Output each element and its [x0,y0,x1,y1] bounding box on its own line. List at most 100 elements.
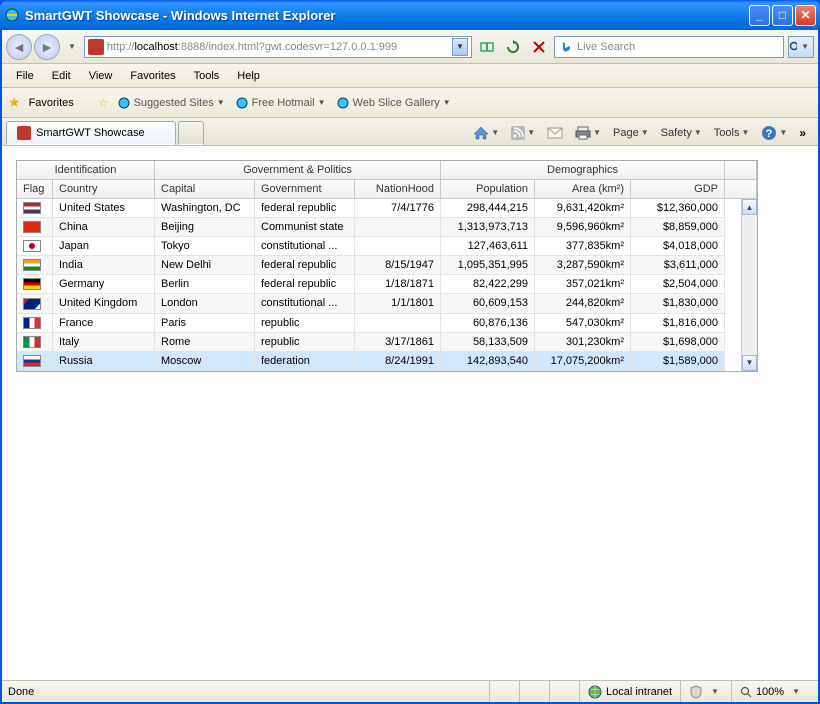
table-row[interactable]: United KingdomLondonconstitutional ...1/… [17,294,757,313]
menu-favorites[interactable]: Favorites [122,67,183,85]
cell-government: federal republic [255,256,355,275]
intranet-icon [588,685,602,699]
column-header-flag[interactable]: Flag [17,180,53,199]
home-button[interactable]: ▼ [469,124,503,142]
grid-scrollbar[interactable]: ▲ ▼ [741,199,757,371]
menu-help[interactable]: Help [229,67,268,85]
cell-gdp: $3,611,000 [631,256,725,275]
favorites-label[interactable]: Favorites [29,97,74,109]
address-dropdown[interactable]: ▼ [452,38,468,56]
window-title: SmartGWT Showcase - Windows Internet Exp… [25,8,749,23]
back-button[interactable]: ◄ [6,34,32,60]
column-group-header[interactable]: Government & Politics [155,161,441,180]
page-menu[interactable]: Page▼ [609,125,653,141]
cell-government: constitutional ... [255,237,355,256]
zoom-control[interactable]: 100% ▼ [731,681,812,702]
cell-population: 82,422,299 [441,275,535,294]
cell-area: 244,820km² [535,294,631,313]
cell-population: 142,893,540 [441,352,535,371]
address-bar[interactable]: http://localhost:8888/index.html?gwt.cod… [84,36,472,58]
cell-government: republic [255,333,355,352]
cell-government: federal republic [255,199,355,218]
cell-country: United Kingdom [53,294,155,313]
new-tab-button[interactable] [178,121,204,145]
menu-tools[interactable]: Tools [186,67,228,85]
favorite-link[interactable]: Free Hotmail▼ [235,96,326,110]
menu-edit[interactable]: Edit [44,67,79,85]
cell-area: 547,030km² [535,314,631,333]
column-group-header[interactable]: Identification [17,161,155,180]
cell-population: 58,133,509 [441,333,535,352]
column-header-gdp[interactable]: GDP [631,180,725,199]
browser-tab[interactable]: SmartGWT Showcase [6,121,176,145]
forward-button[interactable]: ► [34,34,60,60]
protected-mode[interactable]: ▼ [680,681,731,702]
toolbar-overflow[interactable]: » [795,126,810,140]
cell-capital: Paris [155,314,255,333]
tools-menu[interactable]: Tools▼ [710,125,754,141]
table-row[interactable]: JapanTokyoconstitutional ...127,463,6113… [17,237,757,256]
cell-government: federal republic [255,275,355,294]
feeds-button[interactable]: ▼ [507,124,539,142]
favorites-star-icon[interactable]: ★ [8,94,21,111]
cell-area: 9,631,420km² [535,199,631,218]
cell-nationhood [355,237,441,256]
compat-view-button[interactable] [476,36,498,58]
cell-flag [17,314,53,333]
menu-file[interactable]: File [8,67,42,85]
tab-icon [17,126,31,140]
table-row[interactable]: RussiaMoscowfederation8/24/1991142,893,5… [17,352,757,371]
scroll-down-button[interactable]: ▼ [742,355,757,371]
help-button[interactable]: ?▼ [757,123,791,143]
table-row[interactable]: GermanyBerlinfederal republic1/18/187182… [17,275,757,294]
cell-nationhood: 1/18/1871 [355,275,441,294]
refresh-button[interactable] [502,36,524,58]
column-header-nationhood[interactable]: NationHood [355,180,441,199]
cell-flag [17,294,53,313]
minimize-button[interactable]: _ [749,5,770,26]
menu-view[interactable]: View [81,67,121,85]
cell-capital: Berlin [155,275,255,294]
cell-capital: Rome [155,333,255,352]
nav-history-dropdown[interactable]: ▼ [68,42,76,51]
favorite-link[interactable]: Suggested Sites▼ [117,96,225,110]
stop-button[interactable] [528,36,550,58]
search-box[interactable]: Live Search [554,36,784,58]
column-header-country[interactable]: Country [53,180,155,199]
cell-gdp: $1,830,000 [631,294,725,313]
cell-government: federation [255,352,355,371]
safety-menu[interactable]: Safety▼ [657,125,706,141]
read-mail-button[interactable] [543,125,567,141]
favorites-bar: ★ Favorites ☆ Suggested Sites▼ Free Hotma… [2,88,818,118]
table-row[interactable]: FranceParisrepublic60,876,136547,030km²$… [17,314,757,333]
add-favorite-icon[interactable]: ☆ [98,96,109,110]
cell-flag [17,218,53,237]
cell-flag [17,237,53,256]
flag-icon [23,259,41,271]
cell-government: constitutional ... [255,294,355,313]
cell-country: Russia [53,352,155,371]
scroll-up-button[interactable]: ▲ [742,199,757,215]
cell-capital: New Delhi [155,256,255,275]
close-button[interactable]: ✕ [795,5,816,26]
maximize-button[interactable]: □ [772,5,793,26]
column-group-header[interactable]: Demographics [441,161,725,180]
cell-population: 60,609,153 [441,294,535,313]
column-header-government[interactable]: Government [255,180,355,199]
table-row[interactable]: ItalyRomerepublic3/17/186158,133,509301,… [17,333,757,352]
column-header-population[interactable]: Population [441,180,535,199]
column-header-capital[interactable]: Capital [155,180,255,199]
column-header-area[interactable]: Area (km²) [535,180,631,199]
shield-icon [689,685,703,699]
security-zone: Local intranet [579,681,680,702]
status-bar: Done Local intranet ▼ 100% ▼ [2,680,818,702]
table-row[interactable]: ChinaBeijingCommunist state1,313,973,713… [17,218,757,237]
favorite-link[interactable]: Web Slice Gallery▼ [336,96,451,110]
flag-icon [23,355,41,367]
menu-bar: FileEditViewFavoritesToolsHelp [2,64,818,88]
cell-nationhood: 7/4/1776 [355,199,441,218]
table-row[interactable]: United StatesWashington, DCfederal repub… [17,199,757,218]
print-button[interactable]: ▼ [571,124,605,142]
table-row[interactable]: IndiaNew Delhifederal republic8/15/19471… [17,256,757,275]
search-button[interactable]: ▼ [788,36,814,58]
